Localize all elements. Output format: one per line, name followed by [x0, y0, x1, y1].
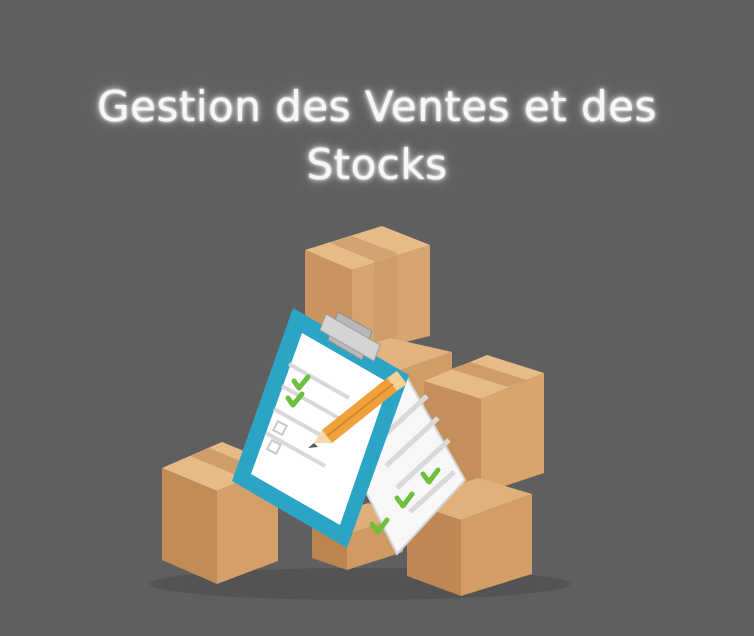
presentation-slide: Gestion des Ventes et des Stocks	[0, 0, 754, 636]
inventory-illustration	[150, 226, 570, 600]
